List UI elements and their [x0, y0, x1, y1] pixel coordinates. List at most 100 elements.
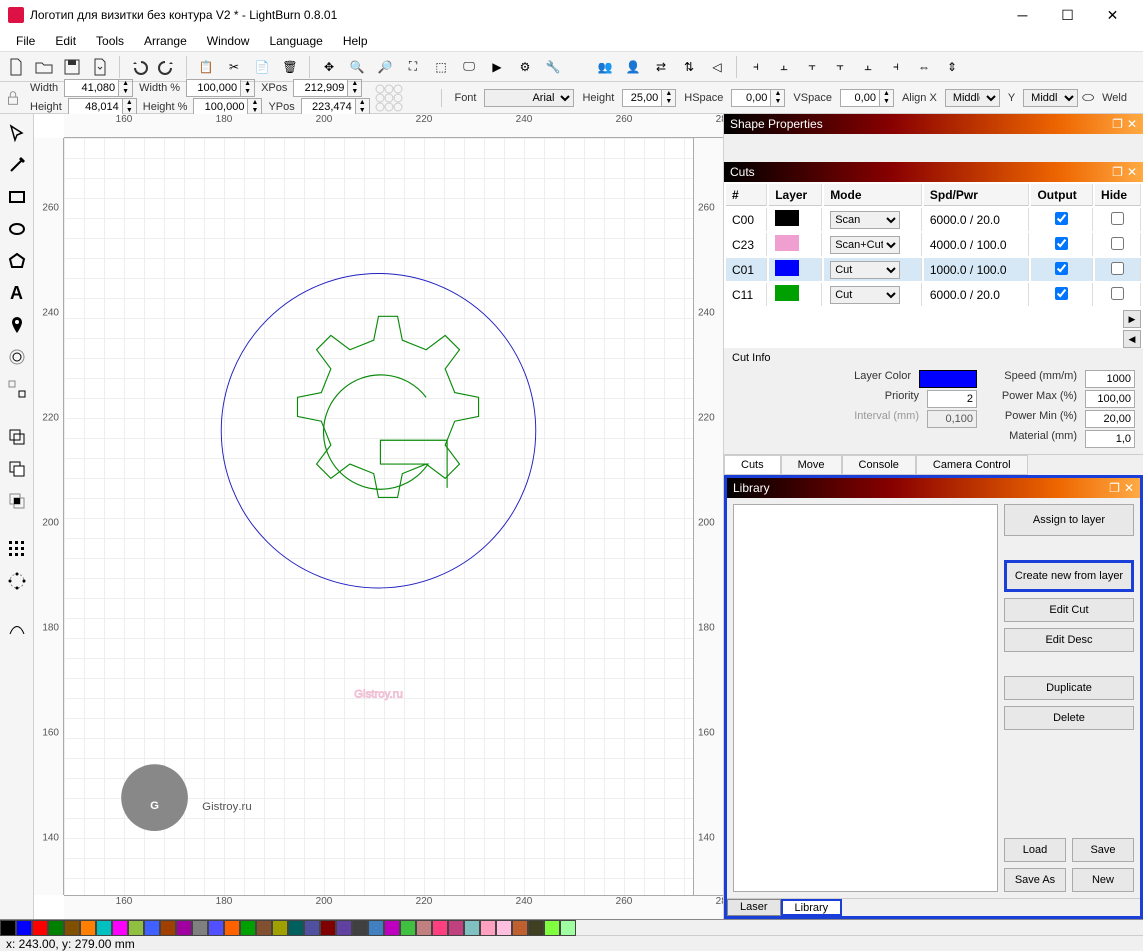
zoom-fit-icon[interactable]: ⛶ [401, 55, 425, 79]
boolean-int-icon[interactable] [4, 488, 30, 514]
load-button[interactable]: Load [1004, 838, 1066, 862]
edit-path-icon[interactable] [4, 616, 30, 642]
speed-input[interactable] [1085, 370, 1135, 388]
hspace-input[interactable] [731, 89, 771, 107]
palette-swatch[interactable] [528, 920, 544, 936]
palette-swatch[interactable] [176, 920, 192, 936]
weld-toggle-icon[interactable]: ⬭ [1082, 89, 1094, 106]
delete-icon[interactable]: 🗑 [278, 55, 302, 79]
undock-icon[interactable]: ❐ [1112, 165, 1123, 179]
palette-swatch[interactable] [272, 920, 288, 936]
close-button[interactable]: ✕ [1090, 0, 1135, 30]
mode-select[interactable]: Cut [830, 261, 900, 279]
palette-swatch[interactable] [352, 920, 368, 936]
aligny-select[interactable]: Middle [1023, 89, 1078, 107]
palette-swatch[interactable] [560, 920, 576, 936]
polygon-tool-icon[interactable] [4, 248, 30, 274]
lock-icon[interactable] [4, 88, 22, 108]
select-tool-icon[interactable] [4, 120, 30, 146]
grid-array-icon[interactable] [4, 536, 30, 562]
devices-icon[interactable]: 🔧 [541, 55, 565, 79]
new-button[interactable]: New [1072, 868, 1134, 892]
dist-h-icon[interactable]: ⇔ [912, 55, 936, 79]
edit-cut-button[interactable]: Edit Cut [1004, 598, 1134, 622]
hide-checkbox[interactable] [1111, 212, 1124, 225]
save-button[interactable]: Save [1072, 838, 1134, 862]
palette-swatch[interactable] [432, 920, 448, 936]
flip-h-icon[interactable]: ⇄ [649, 55, 673, 79]
hide-checkbox[interactable] [1111, 237, 1124, 250]
layer-color-swatch[interactable] [919, 370, 977, 388]
ungroup-icon[interactable]: 👤 [621, 55, 645, 79]
menu-language[interactable]: Language [259, 32, 332, 50]
tab-console[interactable]: Console [842, 455, 916, 475]
open-file-icon[interactable] [32, 55, 56, 79]
preview-icon[interactable]: ▶ [485, 55, 509, 79]
align-bot-icon[interactable]: ⫞ [884, 55, 908, 79]
draw-line-tool-icon[interactable] [4, 152, 30, 178]
palette-swatch[interactable] [464, 920, 480, 936]
group-icon[interactable]: 👥 [593, 55, 617, 79]
palette-swatch[interactable] [224, 920, 240, 936]
palette-swatch[interactable] [192, 920, 208, 936]
pan-icon[interactable]: ✥ [317, 55, 341, 79]
save-as-button[interactable]: Save As [1004, 868, 1066, 892]
width-input[interactable] [64, 79, 119, 97]
close-panel-icon[interactable]: ✕ [1124, 481, 1134, 495]
assign-to-layer-button[interactable]: Assign to layer [1004, 504, 1134, 536]
frame-icon[interactable]: 🖵 [457, 55, 481, 79]
move-layer-up-button[interactable]: ▶ [1123, 310, 1141, 328]
menu-tools[interactable]: Tools [86, 32, 134, 50]
library-header[interactable]: Library ❐✕ [727, 478, 1140, 498]
bottom-tab-laser[interactable]: Laser [727, 899, 781, 916]
palette-swatch[interactable] [448, 920, 464, 936]
palette-swatch[interactable] [320, 920, 336, 936]
power-max-input[interactable] [1085, 390, 1135, 408]
palette-swatch[interactable] [16, 920, 32, 936]
bottom-tab-library[interactable]: Library [781, 899, 843, 916]
palette-swatch[interactable] [80, 920, 96, 936]
rect-tool-icon[interactable] [4, 184, 30, 210]
palette-swatch[interactable] [48, 920, 64, 936]
palette-swatch[interactable] [160, 920, 176, 936]
hide-checkbox[interactable] [1111, 287, 1124, 300]
menu-arrange[interactable]: Arrange [134, 32, 197, 50]
palette-swatch[interactable] [416, 920, 432, 936]
mirror-icon[interactable]: ◁ [705, 55, 729, 79]
mode-select[interactable]: Scan+Cut [830, 236, 900, 254]
output-checkbox[interactable] [1055, 262, 1068, 275]
align-center-icon[interactable]: ⫠ [772, 55, 796, 79]
menu-file[interactable]: File [6, 32, 45, 50]
palette-swatch[interactable] [400, 920, 416, 936]
palette-swatch[interactable] [288, 920, 304, 936]
hide-checkbox[interactable] [1111, 262, 1124, 275]
cuts-row[interactable]: C01 Cut 1000.0 / 100.0 [726, 258, 1141, 281]
save-file-icon[interactable] [60, 55, 84, 79]
output-checkbox[interactable] [1055, 212, 1068, 225]
undock-icon[interactable]: ❐ [1112, 117, 1123, 131]
menu-help[interactable]: Help [333, 32, 378, 50]
tab-cuts[interactable]: Cuts [724, 455, 781, 475]
palette-swatch[interactable] [32, 920, 48, 936]
flip-v-icon[interactable]: ⇅ [677, 55, 701, 79]
align-top-icon[interactable]: ⫟ [828, 55, 852, 79]
cuts-header[interactable]: Cuts ❐✕ [724, 162, 1143, 182]
mode-select[interactable]: Scan [830, 211, 900, 229]
palette-swatch[interactable] [208, 920, 224, 936]
palette-swatch[interactable] [64, 920, 80, 936]
cuts-row[interactable]: C11 Cut 6000.0 / 20.0 [726, 283, 1141, 306]
close-panel-icon[interactable]: ✕ [1127, 117, 1137, 131]
palette-swatch[interactable] [544, 920, 560, 936]
location-tool-icon[interactable] [4, 312, 30, 338]
palette-swatch[interactable] [512, 920, 528, 936]
shape-properties-header[interactable]: Shape Properties ❐✕ [724, 114, 1143, 134]
palette-swatch[interactable] [336, 920, 352, 936]
delete-button[interactable]: Delete [1004, 706, 1134, 730]
cuts-row[interactable]: C23 Scan+Cut 4000.0 / 100.0 [726, 233, 1141, 256]
create-new-from-layer-button[interactable]: Create new from layer [1004, 560, 1134, 592]
new-file-icon[interactable] [4, 55, 28, 79]
edit-nodes-icon[interactable] [4, 376, 30, 402]
offset-tool-icon[interactable] [4, 344, 30, 370]
edit-desc-button[interactable]: Edit Desc [1004, 628, 1134, 652]
palette-swatch[interactable] [240, 920, 256, 936]
